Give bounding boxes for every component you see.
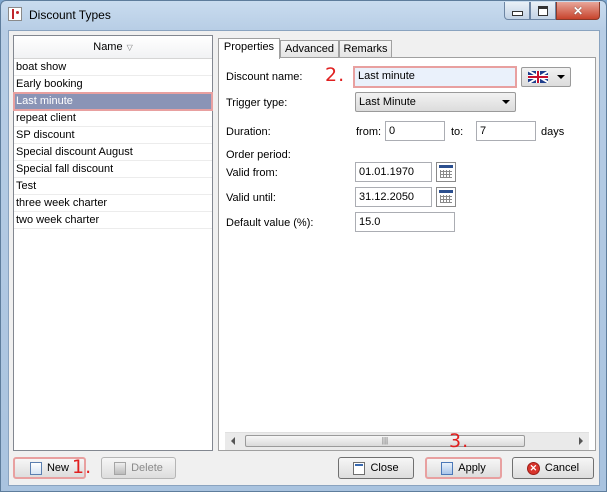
annotation-step-3: 3.	[449, 430, 470, 452]
scrollbar-thumb[interactable]: |||	[245, 435, 525, 447]
window-title: Discount Types	[29, 8, 111, 22]
horizontal-scrollbar[interactable]: |||	[225, 432, 589, 450]
list-item[interactable]: SP discount	[14, 127, 212, 144]
trigger-type-select[interactable]: Last Minute	[355, 92, 516, 112]
duration-unit-label: days	[541, 126, 565, 138]
cancel-button-label: Cancel	[544, 462, 580, 474]
valid-from-field[interactable]: 01.01.1970	[355, 162, 432, 182]
default-value-field[interactable]: 15.0	[355, 212, 455, 232]
tab-advanced[interactable]: Advanced	[280, 40, 339, 58]
discount-name-label: Discount name:	[226, 71, 303, 83]
duration-from-field[interactable]: 0	[385, 121, 445, 141]
list-item[interactable]: Special fall discount	[14, 161, 212, 178]
close-window-icon: ✕	[572, 3, 584, 18]
to-label: to:	[451, 126, 464, 138]
list-item[interactable]: Test	[14, 178, 212, 195]
maximize-icon	[538, 5, 548, 16]
list-item[interactable]: repeat client	[14, 110, 212, 127]
app-icon	[8, 7, 22, 21]
delete-button[interactable]: Delete	[101, 457, 176, 479]
properties-panel: Discount name: Last minute Trigger type:…	[218, 57, 596, 451]
from-label: from:	[356, 126, 382, 138]
valid-from-label: Valid from:	[226, 167, 278, 179]
calendar-icon[interactable]	[436, 187, 456, 207]
default-value-label: Default value (%):	[226, 217, 314, 229]
chevron-down-icon	[557, 75, 565, 79]
tab-properties[interactable]: Properties	[218, 38, 280, 59]
apply-button[interactable]: Apply	[425, 457, 502, 479]
title-bar[interactable]: Discount Types ✕	[1, 1, 606, 29]
discount-type-list[interactable]: Name ▽ boat show Early booking Last minu…	[13, 35, 213, 451]
list-item[interactable]: Special discount August	[14, 144, 212, 161]
scroll-right-icon[interactable]	[579, 437, 583, 445]
list-item[interactable]: Early booking	[14, 76, 212, 93]
list-item[interactable]: three week charter	[14, 195, 212, 212]
minimize-icon	[511, 11, 523, 16]
cancel-icon: ✕	[526, 461, 540, 475]
name-column-label: Name	[93, 41, 123, 53]
annotation-step-2: 2.	[325, 64, 346, 86]
new-button-label: New	[46, 462, 69, 474]
close-window-button[interactable]: ✕	[556, 2, 600, 20]
calendar-icon[interactable]	[436, 162, 456, 182]
apply-button-label: Apply	[458, 462, 486, 474]
discount-name-field[interactable]: Last minute	[353, 66, 517, 88]
chevron-down-icon	[502, 100, 510, 104]
language-selector[interactable]	[521, 67, 571, 87]
valid-until-field[interactable]: 31.12.2050	[355, 187, 432, 207]
minimize-button[interactable]	[504, 2, 530, 20]
scroll-left-icon[interactable]	[231, 437, 235, 445]
list-item[interactable]: two week charter	[14, 212, 212, 229]
close-button[interactable]: Close	[338, 457, 414, 479]
uk-flag-icon	[528, 71, 548, 83]
dialog-client-area: Name ▽ boat show Early booking Last minu…	[8, 30, 600, 486]
valid-until-label: Valid until:	[226, 192, 276, 204]
annotation-step-1: 1.	[72, 456, 93, 478]
name-column-header[interactable]: Name ▽	[14, 36, 212, 59]
apply-icon	[441, 461, 454, 475]
cancel-button[interactable]: ✕ Cancel	[512, 457, 594, 479]
delete-icon	[114, 461, 127, 475]
discount-types-window: Discount Types ✕ Name ▽ boat show Early …	[0, 0, 607, 492]
maximize-button[interactable]	[530, 2, 556, 20]
new-icon	[29, 461, 42, 475]
duration-label: Duration:	[226, 126, 271, 138]
duration-to-field[interactable]: 7	[476, 121, 536, 141]
close-button-label: Close	[370, 462, 399, 474]
sort-icon: ▽	[126, 42, 133, 52]
delete-button-label: Delete	[131, 462, 163, 474]
order-period-label: Order period:	[226, 149, 291, 161]
tab-remarks[interactable]: Remarks	[339, 40, 392, 58]
list-item[interactable]: boat show	[14, 59, 212, 76]
trigger-type-label: Trigger type:	[226, 97, 288, 109]
close-icon	[353, 461, 366, 475]
list-item-selected[interactable]: Last minute	[13, 92, 213, 111]
trigger-type-value: Last Minute	[359, 96, 416, 108]
